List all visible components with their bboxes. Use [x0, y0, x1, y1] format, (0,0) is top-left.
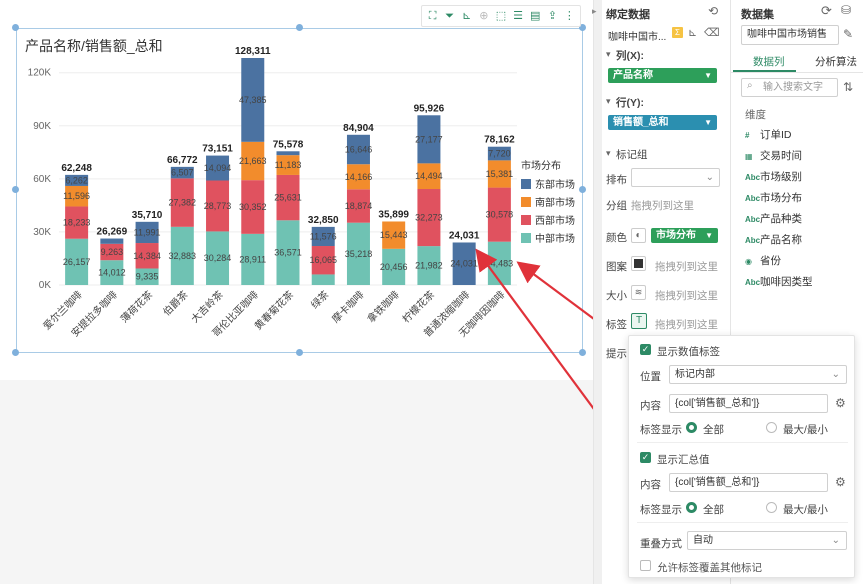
- canvas-area: 产品名称/销售额_总和 0K 30K 60K 90K 120K 26,157 18,233…: [0, 0, 634, 584]
- sort-label: 排布: [606, 174, 627, 186]
- color-label: 颜色: [606, 232, 627, 244]
- show-value-label-text: 显示数值标签: [657, 346, 720, 358]
- dataset-settings-icon[interactable]: ⛁: [841, 3, 851, 17]
- sort-select[interactable]: ⌄: [631, 168, 720, 187]
- refresh-icon[interactable]: ⟳: [821, 3, 832, 19]
- field-item[interactable]: # 订单ID: [745, 127, 792, 142]
- search-input[interactable]: 输入搜索文字: [741, 78, 838, 97]
- show-total-text: 显示汇总值: [657, 454, 710, 466]
- size-dropzone[interactable]: 拖拽列到这里: [655, 288, 718, 303]
- total-content-label: 内容: [640, 479, 661, 491]
- eraser-icon[interactable]: ⌫: [704, 26, 720, 39]
- content-label: 内容: [640, 400, 661, 412]
- columns-pill[interactable]: 产品名称 ▼: [608, 68, 717, 83]
- popup-divider: [637, 522, 848, 523]
- color-pill[interactable]: 市场分布 ▼: [651, 228, 718, 243]
- dataset-short-name: 咖啡中国市...: [608, 32, 667, 43]
- label-display-label: 标签显示: [640, 424, 682, 436]
- total-content-input[interactable]: {col['销售额_总和']}: [669, 473, 828, 492]
- chart-type-icon[interactable]: ⊾: [688, 26, 697, 39]
- label-label: 标签: [606, 319, 627, 331]
- shape-icon[interactable]: [631, 256, 646, 271]
- radio-all[interactable]: [686, 422, 697, 433]
- show-value-label-checkbox[interactable]: ✓: [640, 344, 651, 355]
- rows-label: 行(Y):: [616, 97, 644, 109]
- rows-pill[interactable]: 销售额_总和 ▼: [608, 115, 717, 130]
- overlap-label: 重叠方式: [640, 538, 682, 550]
- group-label: 分组: [606, 200, 627, 212]
- edit-icon[interactable]: ✎: [843, 27, 853, 41]
- radio-maxmin-label: 最大/最小: [783, 424, 828, 436]
- dataset-select[interactable]: 咖啡中国市场销售: [741, 25, 839, 45]
- dataset-panel-title: 数据集: [741, 9, 774, 21]
- overlap-select[interactable]: 自动 ⌄: [687, 531, 847, 550]
- shape-label: 图案: [606, 261, 627, 273]
- field-item[interactable]: Abc产品种类: [745, 211, 802, 226]
- tab-columns[interactable]: 数据列: [753, 54, 785, 69]
- radio-all-label: 全部: [703, 424, 724, 436]
- panel-gutter: [594, 0, 602, 584]
- show-total-checkbox[interactable]: ✓: [640, 452, 651, 463]
- field-item[interactable]: Abc产品名称: [745, 232, 802, 247]
- content-input[interactable]: {col['销售额_总和']}: [669, 394, 828, 413]
- radio-maxmin[interactable]: [766, 422, 777, 433]
- tip-label: 提示: [606, 348, 627, 360]
- shape-dropzone[interactable]: 拖拽列到这里: [655, 259, 718, 274]
- position-label: 位置: [640, 371, 661, 383]
- palette-icon[interactable]: ◐: [631, 228, 646, 243]
- content-settings-icon[interactable]: ⚙: [835, 397, 847, 409]
- field-item[interactable]: Abc市场级别: [745, 169, 802, 184]
- dimension-label: 维度: [745, 109, 766, 121]
- total-radio-all-label: 全部: [703, 504, 724, 516]
- label-icon[interactable]: T: [631, 313, 647, 329]
- sort-fields-icon[interactable]: ⇅: [843, 80, 853, 94]
- group-dropzone[interactable]: 拖拽列到这里: [631, 198, 694, 213]
- tab-algorithms[interactable]: 分析算法: [815, 54, 857, 69]
- total-radio-maxmin[interactable]: [766, 502, 777, 513]
- label-settings-popup: ✓ 显示数值标签 位置 标记内部 ⌄ 内容 {col['销售额_总和']} ⚙ 标…: [628, 335, 855, 578]
- columns-label: 列(X):: [616, 50, 644, 62]
- total-radio-maxmin-label: 最大/最小: [783, 504, 828, 516]
- chevron-down-icon[interactable]: ▾: [606, 96, 611, 107]
- search-icon: ⌕: [747, 80, 753, 91]
- chevron-down-icon[interactable]: ▾: [606, 148, 611, 159]
- tab-divider: [731, 72, 863, 73]
- allow-overlap-checkbox[interactable]: [640, 560, 651, 571]
- size-label: 大小: [606, 290, 627, 302]
- collapse-icon[interactable]: ▸: [592, 6, 597, 17]
- sum-icon[interactable]: Σ: [672, 27, 683, 38]
- popup-divider: [637, 442, 848, 443]
- total-radio-all[interactable]: [686, 502, 697, 513]
- marks-label: 标记组: [616, 149, 648, 161]
- bind-panel-title: 绑定数据: [606, 9, 650, 21]
- chevron-down-icon[interactable]: ▾: [606, 49, 611, 60]
- field-item[interactable]: Abc市场分布: [745, 190, 802, 205]
- total-label-display-label: 标签显示: [640, 504, 682, 516]
- position-select[interactable]: 标记内部 ⌄: [669, 365, 847, 384]
- allow-overlap-text: 允许标签覆盖其他标记: [657, 562, 762, 574]
- total-content-settings-icon[interactable]: ⚙: [835, 476, 847, 488]
- field-item[interactable]: Abc咖啡因类型: [745, 274, 813, 289]
- size-icon[interactable]: ≋: [631, 285, 646, 300]
- refresh-bind-icon[interactable]: ⟲: [708, 4, 718, 18]
- field-item[interactable]: ▦ 交易时间: [745, 148, 802, 163]
- label-dropzone[interactable]: 拖拽列到这里: [655, 317, 718, 332]
- field-item[interactable]: ◉ 省份: [745, 253, 781, 268]
